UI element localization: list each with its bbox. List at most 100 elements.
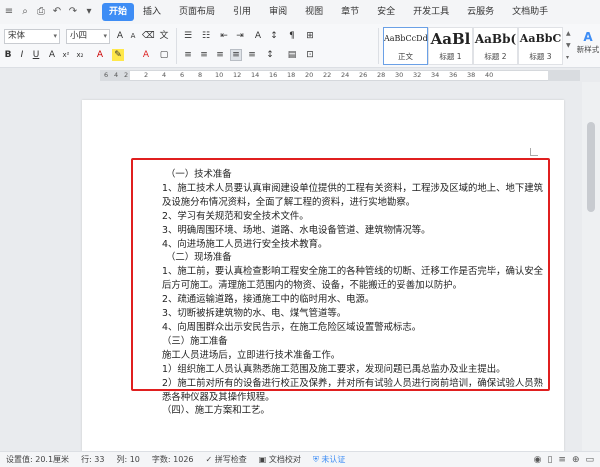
- auth-status[interactable]: ⛨ 未认证: [307, 454, 352, 465]
- justify-icon[interactable]: ≡: [230, 49, 242, 61]
- table-icon[interactable]: ⊞: [304, 30, 316, 42]
- layout-icon[interactable]: ≡: [558, 455, 566, 465]
- ruler-tick: 18: [287, 71, 296, 79]
- ruler-tick: 34: [431, 71, 440, 79]
- tab-developer[interactable]: 开发工具: [404, 3, 458, 21]
- ruler-tick: 28: [377, 71, 386, 79]
- distributed-icon[interactable]: ≡: [246, 49, 258, 61]
- ruler-tick: 6: [180, 71, 185, 79]
- ruler-tick: 38: [467, 71, 476, 79]
- print-icon[interactable]: ⎙: [36, 7, 46, 17]
- spell-check-label: 拼写检查: [214, 455, 247, 464]
- highlight-icon[interactable]: ✎: [112, 49, 124, 61]
- spell-check-icon: ✓: [205, 455, 215, 464]
- align-center-icon[interactable]: ≡: [198, 49, 210, 61]
- underline-icon[interactable]: U: [30, 49, 42, 61]
- page-view-icon[interactable]: ▯: [547, 455, 552, 465]
- menu-icon[interactable]: ≡: [4, 7, 14, 17]
- style-name: 标题 3: [529, 52, 552, 61]
- line-spacing-icon[interactable]: ↕: [264, 49, 276, 61]
- style-heading-2[interactable]: AaBb( 标题 2: [473, 27, 518, 65]
- menu-tabs: 开始 插入 页面布局 引用 审阅 视图 章节 安全 开发工具 云服务 文档助手: [102, 3, 557, 21]
- style-gallery-scroll[interactable]: ▲ ▼ ▾: [566, 28, 574, 64]
- style-heading-1[interactable]: AaBl 标题 1: [428, 27, 473, 65]
- font-color-icon[interactable]: A: [140, 49, 152, 61]
- tab-security[interactable]: 安全: [368, 3, 404, 21]
- tab-section[interactable]: 章节: [332, 3, 368, 21]
- tab-cloud[interactable]: 云服务: [458, 3, 503, 21]
- decrease-indent-icon[interactable]: ⇤: [218, 30, 230, 42]
- dropdown-icon[interactable]: ▾: [84, 7, 94, 17]
- italic-icon[interactable]: I: [16, 49, 28, 61]
- align-right-icon[interactable]: ≡: [214, 49, 226, 61]
- phonetic-icon[interactable]: 文: [158, 30, 170, 42]
- superscript-icon[interactable]: x²: [60, 49, 72, 61]
- align-left-icon[interactable]: ≡: [182, 49, 194, 61]
- redo-icon[interactable]: ↷: [68, 7, 78, 17]
- text-effect-icon[interactable]: A: [94, 49, 106, 61]
- tab-home[interactable]: 开始: [102, 3, 135, 21]
- font-size-select[interactable]: 小四 ▾: [66, 29, 110, 44]
- chinese-layout-icon[interactable]: A: [252, 30, 264, 42]
- ruler-margin-right: [548, 70, 580, 81]
- ruler-tick: 2: [124, 71, 129, 79]
- ruler-band: [100, 70, 580, 81]
- ruler-tick: 22: [323, 71, 332, 79]
- new-style-icon: A: [583, 30, 593, 44]
- strikethrough-icon[interactable]: A: [46, 49, 58, 61]
- style-normal[interactable]: AaBbCcDd 正文: [383, 27, 428, 65]
- style-name: 标题 2: [484, 52, 507, 61]
- tab-page-layout[interactable]: 页面布局: [170, 3, 224, 21]
- read-mode-icon[interactable]: ▭: [585, 455, 594, 465]
- numbered-list-icon[interactable]: ☷: [200, 30, 212, 42]
- status-col: 列: 10: [116, 455, 140, 464]
- subscript-icon[interactable]: x₂: [74, 49, 86, 61]
- proofread-button[interactable]: ▣ 文档校对: [253, 454, 307, 465]
- style-heading-3[interactable]: AaBbC 标题 3: [518, 27, 563, 65]
- grow-font-icon[interactable]: A: [114, 30, 126, 42]
- borders-icon[interactable]: ⊡: [304, 49, 316, 61]
- bullet-list-icon[interactable]: ☰: [182, 30, 194, 42]
- tab-view[interactable]: 视图: [296, 3, 332, 21]
- shading-icon[interactable]: ▤: [286, 49, 298, 61]
- horizontal-ruler[interactable]: 6 4 2 2 4 6 8 10 12 14 16 18 20 22 24 26…: [0, 69, 600, 82]
- ruler-tick: 24: [341, 71, 350, 79]
- clear-format-icon[interactable]: ⌫: [142, 30, 155, 42]
- tab-review[interactable]: 审阅: [260, 3, 296, 21]
- style-sample: AaBb(: [474, 32, 517, 46]
- sort-icon[interactable]: ↕: [268, 30, 280, 42]
- margin-corner-mark: [530, 148, 538, 156]
- style-name: 正文: [398, 52, 413, 61]
- divider: [176, 28, 177, 64]
- spell-check-button[interactable]: ✓ 拼写检查: [200, 454, 253, 465]
- new-style-label: 新样式: [576, 45, 600, 54]
- scrollbar-thumb[interactable]: [587, 122, 595, 212]
- char-border-icon[interactable]: ▢: [158, 49, 170, 61]
- font-size-value: 小四: [70, 31, 88, 41]
- font-name-select[interactable]: 宋体 ▾: [4, 29, 60, 44]
- style-name: 标题 1: [439, 52, 462, 61]
- ruler-tick: 12: [233, 71, 242, 79]
- eye-icon[interactable]: ◉: [534, 455, 542, 465]
- vertical-scrollbar[interactable]: [582, 82, 600, 451]
- new-style-button[interactable]: A 新样式: [576, 30, 600, 55]
- ruler-tick: 32: [413, 71, 422, 79]
- search-icon[interactable]: ⌕: [20, 7, 30, 17]
- increase-indent-icon[interactable]: ⇥: [234, 30, 246, 42]
- tab-insert[interactable]: 插入: [134, 3, 170, 21]
- shrink-font-icon[interactable]: A: [127, 30, 139, 42]
- ruler-tick: 4: [162, 71, 167, 79]
- menu-bar: ≡ ⌕ ⎙ ↶ ↷ ▾ 开始 插入 页面布局 引用 审阅 视图 章节 安全 开发…: [0, 0, 600, 24]
- bold-icon[interactable]: B: [2, 49, 14, 61]
- tab-references[interactable]: 引用: [224, 3, 260, 21]
- web-view-icon[interactable]: ⊕: [572, 455, 580, 465]
- undo-icon[interactable]: ↶: [52, 7, 62, 17]
- show-marks-icon[interactable]: ¶: [286, 30, 298, 42]
- heading-plan: （四）、施工方案和工艺。: [162, 405, 270, 417]
- chevron-down-icon: ▾: [103, 32, 107, 40]
- ruler-tick: 2: [144, 71, 149, 79]
- ruler-tick: 30: [395, 71, 404, 79]
- tab-doc-assistant[interactable]: 文档助手: [503, 3, 557, 21]
- proofread-icon: ▣: [258, 455, 269, 464]
- status-word-count[interactable]: 字数: 1026: [146, 454, 200, 465]
